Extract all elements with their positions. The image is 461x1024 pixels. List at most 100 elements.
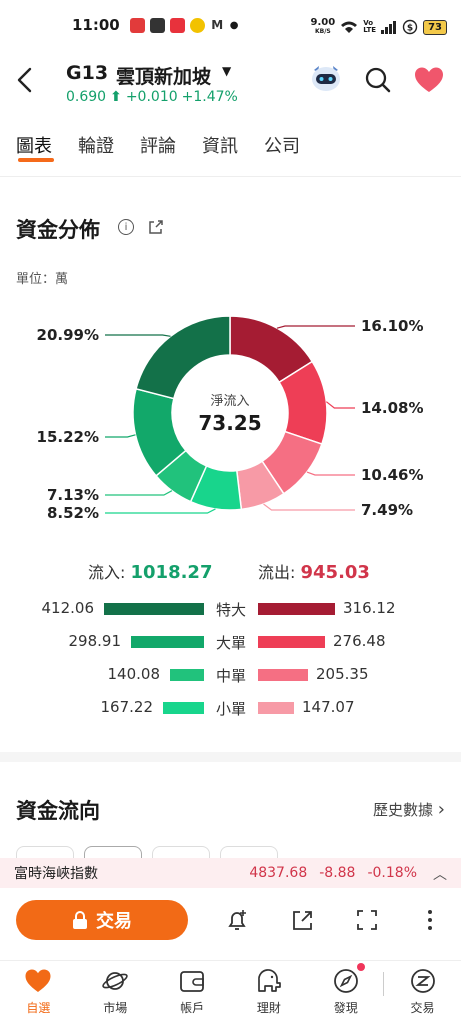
flow-row: 140.08 中單 205.35 <box>0 665 461 687</box>
flow-row: 167.22 小單 147.07 <box>0 698 461 720</box>
unit-label: 單位：萬 <box>16 272 69 287</box>
history-data-link[interactable]: 歷史數據 › <box>373 799 445 820</box>
tab-warrants[interactable]: 輪證 <box>78 132 114 166</box>
inflow-summary: 流入: 1018.27 <box>88 559 212 583</box>
flow-out-bar <box>258 636 325 648</box>
favorite-heart-icon[interactable] <box>414 66 444 94</box>
donut-pct-label: 7.13% <box>47 486 99 504</box>
nav-account[interactable]: 帳戶 <box>154 961 231 1024</box>
flow-in-bar <box>163 702 204 714</box>
inflow-value: 1018.27 <box>130 562 213 583</box>
elephant-icon <box>258 969 281 992</box>
flow-in-value: 167.22 <box>100 698 154 716</box>
dropdown-caret-icon[interactable]: ▼ <box>222 64 231 78</box>
nav-trade[interactable]: 交易 <box>384 961 461 1024</box>
stock-change: +0.010 <box>125 89 178 105</box>
section-title-fund-flow: 資金流向 <box>16 799 100 823</box>
flow-out-value: 316.12 <box>343 599 396 617</box>
fullscreen-icon[interactable] <box>355 908 379 932</box>
donut-leader-line <box>105 334 171 337</box>
inflow-label: 流入: <box>88 563 126 582</box>
section-title-fund-distribution: 資金分佈 <box>16 218 100 242</box>
coin-app-icon <box>189 17 205 33</box>
index-ticker[interactable]: 富時海峽指數 4837.68 -8.88 -0.18% ︿ <box>0 858 461 888</box>
search-icon[interactable] <box>364 66 392 94</box>
nav-wealth[interactable]: 理財 <box>230 961 307 1024</box>
dollar-circle-icon: $ <box>402 19 418 35</box>
share-icon[interactable] <box>291 908 315 932</box>
flow-out-value: 147.07 <box>302 698 355 716</box>
status-app-icons: M ● <box>129 17 239 33</box>
trade-icon <box>410 969 435 993</box>
donut-slice-in-7 <box>135 315 231 400</box>
lock-icon <box>73 911 87 929</box>
donut-pct-label: 14.08% <box>361 399 423 417</box>
nav-label: 市場 <box>103 1001 128 1015</box>
stock-price: 0.690 <box>66 89 107 105</box>
tab-company[interactable]: 公司 <box>264 132 300 166</box>
stock-name[interactable]: 雲頂新加坡 <box>116 62 211 89</box>
news-app-icon <box>129 17 145 33</box>
outflow-label: 流出: <box>258 563 296 582</box>
battery-indicator: 73 <box>423 19 447 35</box>
flow-row: 298.91 大單 276.48 <box>0 632 461 654</box>
stock-quote: 0.690 ⬆ +0.010 +1.47% <box>66 89 238 105</box>
ai-bot-icon[interactable] <box>308 62 344 94</box>
tab-comments[interactable]: 評論 <box>140 132 176 166</box>
flow-out-bar <box>258 669 308 681</box>
nav-market[interactable]: 市場 <box>77 961 154 1024</box>
donut-pct-label: 10.46% <box>361 466 423 484</box>
flow-out-bar <box>258 603 335 615</box>
nav-label: 帳戶 <box>180 1001 205 1015</box>
nav-discover[interactable]: 發現 <box>307 961 384 1024</box>
back-arrow-icon[interactable] <box>14 66 38 94</box>
index-change: -8.88 <box>319 865 356 881</box>
divider <box>0 176 461 177</box>
nav-label: 理財 <box>256 1001 281 1015</box>
wifi-icon <box>341 21 358 33</box>
flow-in-bar <box>170 669 204 681</box>
dot-icon: ● <box>229 19 239 31</box>
status-bar: 11:00 M ● 9.00 KB/S Vo LTE $ 73 <box>0 0 461 50</box>
index-change-pct: -0.18% <box>367 865 417 881</box>
status-right: 9.00 KB/S Vo LTE $ 73 <box>311 18 447 36</box>
chevron-right-icon: › <box>437 799 445 820</box>
notification-badge <box>357 963 366 971</box>
stock-change-pct: +1.47% <box>181 89 238 105</box>
donut-center-label: 淨流入 <box>210 394 250 409</box>
tab-news[interactable]: 資訊 <box>202 132 238 166</box>
donut-leader-line <box>325 401 355 409</box>
tab-bar: 圖表 輪證 評論 資訊 公司 <box>0 132 461 172</box>
outflow-value: 945.03 <box>300 562 370 583</box>
donut-leader-line <box>105 490 173 496</box>
stock-code: G13 <box>66 62 109 84</box>
donut-leader-line <box>276 325 355 329</box>
nav-label: 自選 <box>26 1001 51 1015</box>
index-value: 4837.68 <box>249 865 308 881</box>
trade-button[interactable]: 交易 <box>16 900 188 940</box>
flow-row: 412.06 特大 316.12 <box>0 599 461 621</box>
action-bar: 交易 <box>0 890 461 950</box>
flow-in-bar <box>131 636 204 648</box>
info-icon[interactable]: i <box>118 219 134 235</box>
compass-icon <box>333 969 358 993</box>
status-time: 11:00 <box>72 16 120 34</box>
flow-in-value: 412.06 <box>41 599 95 617</box>
flow-row-label: 大單 <box>215 634 246 652</box>
donut-center-value: 73.25 <box>198 411 262 435</box>
donut-pct-label: 20.99% <box>37 326 99 344</box>
outflow-summary: 流出: 945.03 <box>258 559 370 583</box>
donut-leader-line <box>105 508 216 514</box>
chevron-up-icon[interactable]: ︿ <box>433 864 447 884</box>
index-name: 富時海峽指數 <box>14 866 98 882</box>
tab-chart[interactable]: 圖表 <box>16 132 54 166</box>
flow-in-bar <box>104 603 204 615</box>
more-icon[interactable] <box>418 908 442 932</box>
share-icon[interactable] <box>148 219 164 235</box>
signal-icon <box>381 20 397 34</box>
bell-plus-icon[interactable] <box>225 908 249 932</box>
nav-watchlist[interactable]: 自選 <box>0 961 77 1024</box>
nav-divider <box>383 972 384 996</box>
flow-in-value: 298.91 <box>68 632 122 650</box>
nav-label: 發現 <box>333 1001 358 1015</box>
